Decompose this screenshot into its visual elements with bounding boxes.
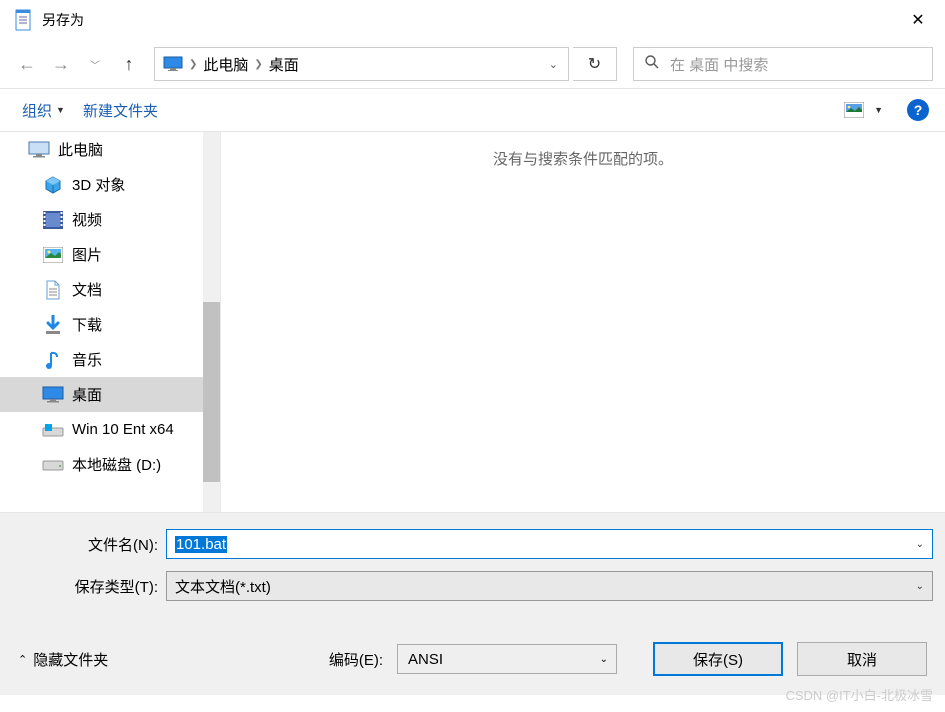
- save-fields: 文件名(N): 101.bat ⌄ 保存类型(T): 文本文档(*.txt) ⌄: [0, 512, 945, 623]
- tree-item-documents[interactable]: 文档: [0, 272, 220, 307]
- document-icon: [42, 280, 64, 300]
- picture-icon: [42, 245, 64, 265]
- chevron-down-icon[interactable]: ⌄: [600, 654, 608, 665]
- drive-icon: [42, 455, 64, 475]
- tree-item-local-disk-d[interactable]: 本地磁盘 (D:): [0, 447, 220, 482]
- tree-item-label: 下载: [72, 314, 102, 335]
- window-title: 另存为: [42, 10, 84, 30]
- tree-item-label: 桌面: [72, 384, 102, 405]
- organize-button[interactable]: 组织▼: [16, 96, 71, 125]
- cube-icon: [42, 175, 64, 195]
- breadcrumb-item[interactable]: 桌面: [267, 54, 301, 75]
- chevron-down-icon: ▼: [56, 105, 65, 115]
- chevron-up-icon: ⌃: [18, 653, 27, 666]
- tree-item-label: Win 10 Ent x64: [72, 421, 174, 438]
- tree-item-label: 3D 对象: [72, 174, 125, 195]
- scrollbar-thumb[interactable]: [203, 302, 220, 482]
- empty-message: 没有与搜索条件匹配的项。: [493, 148, 673, 512]
- chevron-right-icon: ❯: [189, 59, 197, 70]
- filename-input[interactable]: 101.bat ⌄: [166, 529, 933, 559]
- tree-item-win-drive[interactable]: Win 10 Ent x64: [0, 412, 220, 447]
- tree-item-desktop[interactable]: 桌面: [0, 377, 220, 412]
- tree-item-label: 视频: [72, 209, 102, 230]
- chevron-down-icon[interactable]: ⌄: [916, 581, 924, 592]
- drive-windows-icon: [42, 420, 64, 440]
- encoding-label: 编码(E):: [329, 649, 383, 670]
- new-folder-button[interactable]: 新建文件夹: [77, 96, 164, 125]
- view-dropdown[interactable]: ▼: [874, 105, 883, 115]
- tree-item-3d-objects[interactable]: 3D 对象: [0, 167, 220, 202]
- hide-folders-button[interactable]: ⌃ 隐藏文件夹: [18, 649, 108, 670]
- music-icon: [42, 350, 64, 370]
- filetype-select[interactable]: 文本文档(*.txt) ⌄: [166, 571, 933, 601]
- filetype-label: 保存类型(T):: [12, 576, 166, 597]
- tree-item-label: 本地磁盘 (D:): [72, 454, 161, 475]
- hide-folders-label: 隐藏文件夹: [33, 649, 108, 670]
- nav-bar: ← → ﹀ ↑ ❯ 此电脑 ❯ 桌面 ⌄ ↻ 在 桌面 中搜索: [0, 40, 945, 88]
- breadcrumb[interactable]: ❯ 此电脑 ❯ 桌面 ⌄: [154, 47, 569, 81]
- titlebar: 另存为 ✕: [0, 0, 945, 40]
- tree-item-music[interactable]: 音乐: [0, 342, 220, 377]
- film-icon: [42, 210, 64, 230]
- notepad-icon: [14, 8, 34, 32]
- monitor-icon: [161, 54, 185, 74]
- filetype-value: 文本文档(*.txt): [175, 576, 271, 597]
- search-icon: [644, 54, 660, 74]
- tree-item-this-pc[interactable]: 此电脑: [0, 132, 220, 167]
- folder-tree: 此电脑 3D 对象 视频 图片 文档 下载 音乐 桌面: [0, 132, 220, 512]
- search-placeholder: 在 桌面 中搜索: [670, 54, 768, 75]
- chevron-right-icon: ❯: [254, 59, 262, 70]
- filename-label: 文件名(N):: [12, 534, 166, 555]
- close-button[interactable]: ✕: [895, 4, 941, 36]
- computer-icon: [28, 140, 50, 160]
- tree-item-pictures[interactable]: 图片: [0, 237, 220, 272]
- download-icon: [42, 315, 64, 335]
- search-input[interactable]: 在 桌面 中搜索: [633, 47, 933, 81]
- breadcrumb-dropdown[interactable]: ⌄: [539, 58, 568, 71]
- tree-item-label: 音乐: [72, 349, 102, 370]
- watermark: CSDN @IT小白-北极冰雪: [785, 685, 933, 704]
- view-picture-icon[interactable]: [844, 102, 864, 118]
- back-button[interactable]: ←: [12, 49, 42, 79]
- recent-dropdown[interactable]: ﹀: [80, 49, 110, 79]
- breadcrumb-item[interactable]: 此电脑: [201, 54, 250, 75]
- cancel-button[interactable]: 取消: [797, 642, 927, 676]
- tree-item-videos[interactable]: 视频: [0, 202, 220, 237]
- refresh-button[interactable]: ↻: [573, 47, 617, 81]
- save-button[interactable]: 保存(S): [653, 642, 783, 676]
- file-list: 没有与搜索条件匹配的项。: [220, 132, 945, 512]
- filename-value: 101.bat: [175, 536, 227, 553]
- up-button[interactable]: ↑: [114, 49, 144, 79]
- chevron-down-icon[interactable]: ⌄: [916, 539, 924, 550]
- help-button[interactable]: ?: [907, 99, 929, 121]
- tree-item-label: 此电脑: [58, 139, 103, 160]
- tree-item-label: 图片: [72, 244, 102, 265]
- toolbar: 组织▼ 新建文件夹 ▼ ?: [0, 88, 945, 132]
- tree-item-downloads[interactable]: 下载: [0, 307, 220, 342]
- encoding-select[interactable]: ANSI ⌄: [397, 644, 617, 674]
- forward-button[interactable]: →: [46, 49, 76, 79]
- encoding-value: ANSI: [408, 651, 443, 668]
- monitor-icon: [42, 385, 64, 405]
- tree-item-label: 文档: [72, 279, 102, 300]
